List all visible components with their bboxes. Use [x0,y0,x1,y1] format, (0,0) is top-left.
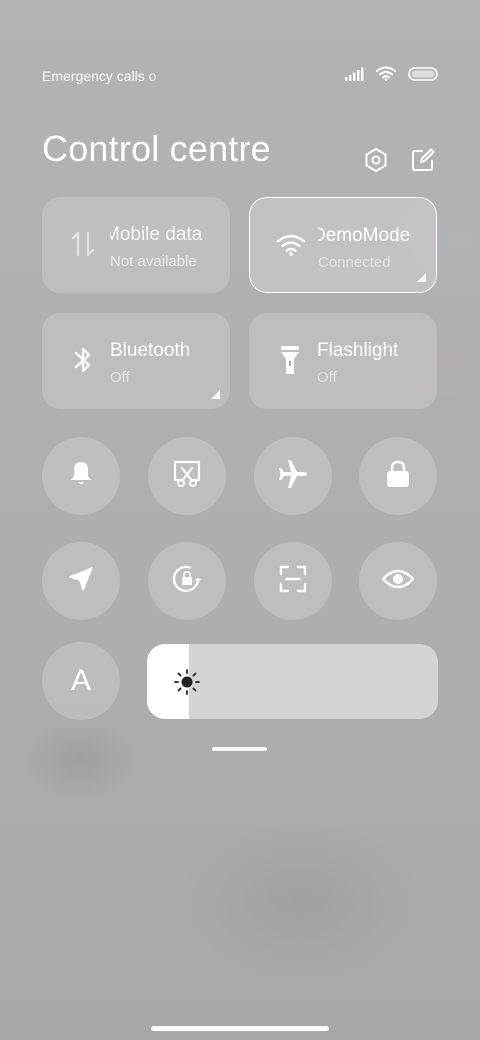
eye-icon [381,567,415,596]
auto-brightness-icon: A [70,664,91,697]
tile-text: DemoMode Connected [318,224,424,274]
tile-text: Mobile data Not available [110,223,216,273]
carrier-status-text: Emergency calls o [42,68,157,84]
toggle-scanner[interactable] [254,542,332,620]
wifi-icon [276,230,306,260]
rotation-lock-icon [170,562,204,601]
tile-status: Off [317,369,337,386]
tile-name: DemoMode [318,225,411,246]
status-bar: Emergency calls o [42,66,438,86]
tile-text: Flashlight Off [317,339,423,389]
bell-icon [66,459,96,494]
toggle-location[interactable] [42,542,120,620]
toggle-bell[interactable] [42,437,120,515]
status-icons [344,66,438,86]
flashlight-icon [275,345,305,375]
screenshot-icon [171,458,203,495]
panel-drag-handle[interactable] [212,747,267,751]
toggle-rotation-lock[interactable] [148,542,226,620]
home-indicator[interactable] [151,1026,329,1031]
toggle-lock[interactable] [359,437,437,515]
tile-expand-corner[interactable] [417,273,426,282]
location-icon [66,564,96,599]
page-title: Control centre [42,128,271,169]
tile-name: Bluetooth [110,340,191,361]
airplane-icon [277,458,309,495]
wifi-icon [376,66,396,86]
settings-icon[interactable] [362,146,390,174]
tile-name: Flashlight [317,340,399,361]
toggle-airplane[interactable] [254,437,332,515]
edit-icon[interactable] [409,146,437,174]
signal-icon [344,67,364,86]
tile-status: Off [110,369,130,386]
mobile-data-icon [68,229,98,259]
tile-status: Not available [110,253,197,270]
bluetooth-icon [68,345,98,375]
tile-wifi[interactable]: DemoMode Connected [249,197,437,293]
tile-bluetooth[interactable]: Bluetooth Off [42,313,230,409]
toggle-reading-mode[interactable] [359,542,437,620]
lock-icon [384,459,412,494]
sun-icon [173,668,201,696]
tile-flashlight[interactable]: Flashlight Off [249,313,437,409]
tile-mobile-data[interactable]: Mobile data Not available [42,197,230,293]
tile-text: Bluetooth Off [110,339,216,389]
tile-status: Connected [318,254,391,271]
tile-name: Mobile data [110,224,203,245]
toggle-auto-brightness[interactable]: A [42,642,120,720]
brightness-slider[interactable] [147,644,438,719]
tile-expand-corner[interactable] [211,390,220,399]
battery-icon [408,66,438,86]
toggle-screenshot[interactable] [148,437,226,515]
scanner-icon [278,564,308,599]
